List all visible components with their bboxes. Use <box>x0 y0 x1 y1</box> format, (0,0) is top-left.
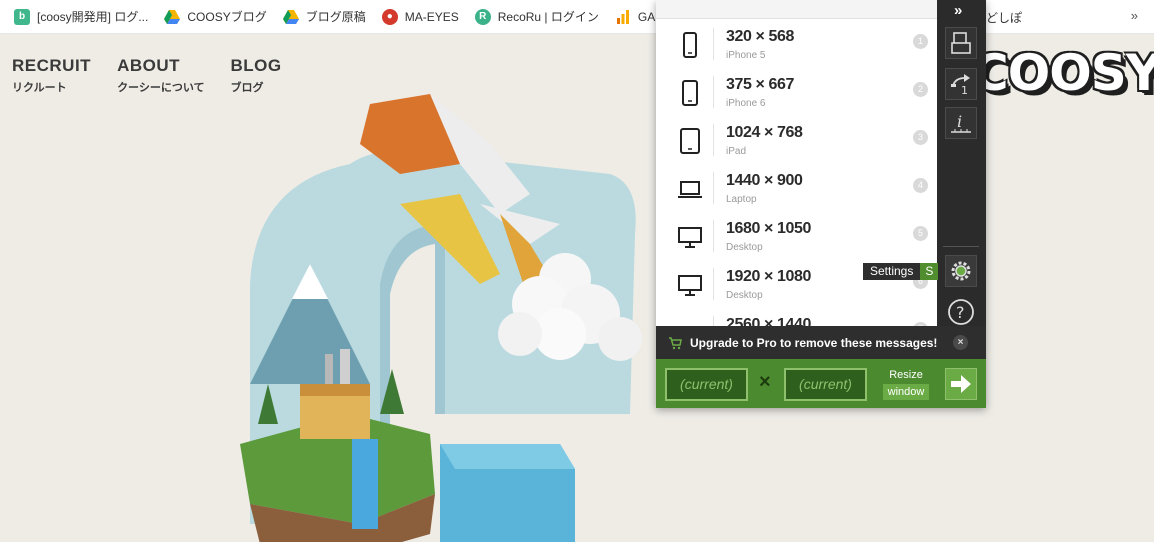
resize-bar: (current) × (current) Resize window <box>656 359 986 408</box>
preset-resolution: 1680 × 1050 <box>726 220 812 237</box>
preset-label: Desktop <box>726 290 763 301</box>
coosy-b-icon: b <box>14 8 30 25</box>
settings-gear-icon[interactable] <box>945 255 977 287</box>
nav-recruit-sublabel: リクルート <box>12 82 67 94</box>
tooltip-shortcut-key: S <box>920 263 939 280</box>
divider <box>713 124 714 156</box>
divider <box>713 172 714 204</box>
nav-about[interactable]: ABOUT クーシーについて <box>117 56 204 95</box>
phone-icon <box>678 32 702 58</box>
bookmark-recoru[interactable]: R RecoRu | ログイン <box>474 8 599 25</box>
help-icon[interactable]: ? <box>945 296 977 328</box>
preset-item[interactable]: 1680 × 1050 Desktop 5 <box>656 212 937 260</box>
bookmark-ga[interactable]: GA <box>615 9 655 25</box>
analytics-icon <box>615 9 631 25</box>
preset-resolution: 1920 × 1080 <box>726 268 812 285</box>
resize-window-label: Resize window <box>878 368 934 400</box>
ma-eyes-icon: ● <box>381 8 398 25</box>
preset-number-badge: 3 <box>913 130 928 145</box>
bookmarks-more-button[interactable]: » <box>1131 8 1138 23</box>
cart-icon <box>668 336 682 350</box>
preset-item[interactable]: 320 × 568 iPhone 5 1 <box>656 20 937 68</box>
svg-text:?: ? <box>956 303 965 322</box>
bookmark-blog-draft[interactable]: ブログ原稿 <box>282 8 366 25</box>
preset-resolution: 1440 × 900 <box>726 172 803 189</box>
bookmark-coosy[interactable]: b [coosy開発用] ログ... <box>14 8 148 25</box>
preset-label: iPad <box>726 146 747 157</box>
preset-item[interactable]: 1024 × 768 iPad 3 <box>656 116 937 164</box>
preset-resolution: 2560 × 1440 <box>726 316 812 326</box>
preset-resolution: 1024 × 768 <box>726 124 803 141</box>
svg-text:1: 1 <box>961 84 968 96</box>
nav-recruit[interactable]: RECRUIT リクルート <box>12 56 91 95</box>
bookmark-coosy-blog[interactable]: COOSYブログ <box>164 8 267 25</box>
rotate-viewport-icon[interactable] <box>945 27 977 59</box>
nav-about-label: ABOUT <box>117 56 181 75</box>
svg-text:i: i <box>957 112 962 131</box>
preset-label: iPhone 5 <box>726 50 766 61</box>
recoru-icon: R <box>474 8 491 25</box>
preset-item[interactable]: 2560 × 1440 7 <box>656 308 937 326</box>
times-label: × <box>759 371 771 393</box>
settings-tooltip: Settings S <box>863 263 939 280</box>
arrow-right-icon <box>951 375 971 393</box>
google-drive-icon <box>282 9 299 25</box>
upgrade-message: Upgrade to Pro to remove these messages! <box>690 335 938 350</box>
preset-number-badge: 4 <box>913 178 928 193</box>
preset-list[interactable]: 320 × 568 iPhone 5 1 375 × 667 iPhone 6 … <box>656 20 937 326</box>
divider <box>713 268 714 300</box>
preset-number-badge: 5 <box>913 226 928 241</box>
desktop-icon <box>678 272 702 298</box>
laptop-icon <box>678 176 702 202</box>
tooltip-text: Settings <box>863 263 921 280</box>
divider <box>713 28 714 60</box>
preset-label: iPhone 6 <box>726 98 766 109</box>
tablet-icon <box>678 128 702 154</box>
google-drive-icon <box>164 9 181 25</box>
preset-item[interactable]: 1440 × 900 Laptop 4 <box>656 164 937 212</box>
bookmark-ma-eyes[interactable]: ● MA-EYES <box>381 8 459 25</box>
resize-label-text: Resize <box>889 369 923 381</box>
preset-label: Laptop <box>726 194 757 205</box>
close-icon[interactable]: × <box>953 335 968 350</box>
resizer-extension-panel: 320 × 568 iPhone 5 1 375 × 667 iPhone 6 … <box>656 0 986 408</box>
width-input[interactable]: (current) <box>665 368 748 401</box>
preset-arrow-icon[interactable]: 1 <box>945 68 977 100</box>
extension-sidebar: » 1 i ? <box>937 0 986 326</box>
preset-number-badge: 2 <box>913 82 928 97</box>
sidebar-divider <box>943 246 979 247</box>
panel-header <box>656 0 937 19</box>
divider <box>713 220 714 252</box>
height-input[interactable]: (current) <box>784 368 867 401</box>
hero-illustration <box>240 94 642 542</box>
preset-number-badge: 1 <box>913 34 928 49</box>
nav-blog-label: BLOG <box>230 56 282 75</box>
resize-go-button[interactable] <box>945 368 977 400</box>
preset-label: Desktop <box>726 242 763 253</box>
collapse-button[interactable]: » <box>954 2 962 19</box>
divider <box>713 316 714 326</box>
preset-item[interactable]: 375 × 667 iPhone 6 2 <box>656 68 937 116</box>
preset-resolution: 320 × 568 <box>726 28 795 45</box>
nav-recruit-label: RECRUIT <box>12 56 92 75</box>
upgrade-banner[interactable]: Upgrade to Pro to remove these messages!… <box>656 326 986 359</box>
preset-resolution: 375 × 667 <box>726 76 795 93</box>
divider <box>713 76 714 108</box>
info-ruler-icon[interactable]: i <box>945 107 977 139</box>
desktop-icon <box>678 224 702 250</box>
site-logo[interactable]: COOSY <box>972 44 1154 102</box>
nav-about-sublabel: クーシーについて <box>117 82 205 94</box>
phone-icon <box>678 80 702 106</box>
bookmark-overflow-text[interactable]: どしぽ <box>986 9 1022 26</box>
resize-window-text: window <box>882 384 930 400</box>
